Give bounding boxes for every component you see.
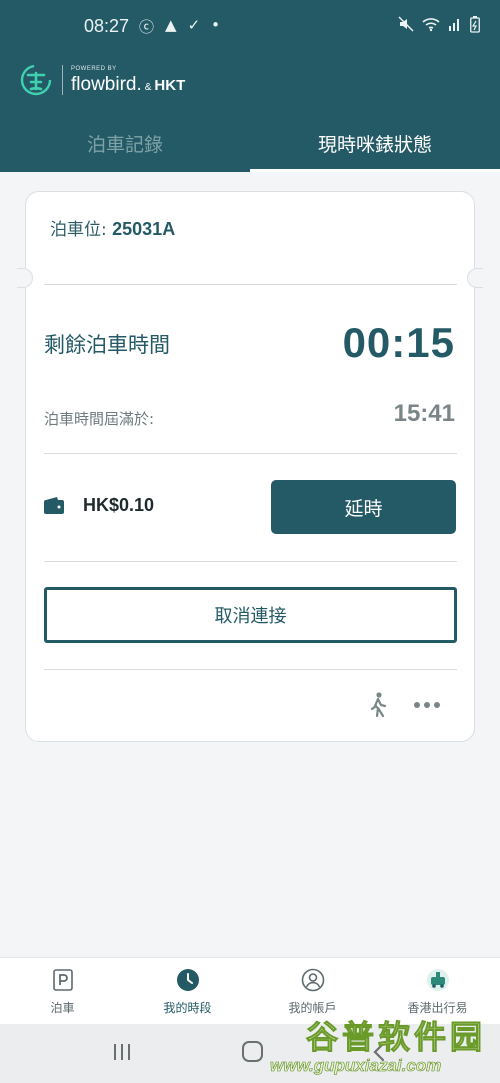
brand-divider [62,65,63,95]
balance-amount: HK$0.10 [83,495,155,515]
tab-parking-history-label: 泊車記錄 [86,133,163,156]
home-button-icon[interactable] [242,1041,263,1062]
more-dot [414,702,420,708]
parking-icon [52,969,73,991]
tab-current-meter-status[interactable]: 現時咪錶狀態 [250,114,500,172]
divider [44,561,457,562]
tab-parking-history[interactable]: 泊車記錄 [0,114,250,172]
app-notification-icon: ⓒ [139,18,155,36]
nav-item-parking[interactable]: 泊車 [0,958,125,1025]
brand-powered-by: POWERED BY [71,66,117,72]
divider [44,284,457,285]
app-header: 08:27 ⓒ ▲ ✓ • POWERED BY flowbird. & HKT 泊… [0,0,500,172]
more-dot [424,702,430,708]
brand-flowbird: flowbird. [71,74,142,95]
recent-apps-icon[interactable] [112,1043,132,1061]
more-options-icon[interactable] [414,692,440,718]
remaining-time-value: 00:15 [342,319,455,366]
nav-item-my-sessions[interactable]: 我的時段 [125,958,250,1025]
brand-logo-area: POWERED BY flowbird. & HKT [20,62,185,98]
extend-button-label: 延時 [344,497,383,520]
expire-time-value: 15:41 [393,400,455,427]
cancel-connection-button[interactable]: 取消連接 [44,587,457,643]
parking-spot: 泊車位: 25031A [50,215,175,240]
walking-person-icon[interactable] [368,692,388,718]
divider [44,453,457,454]
mute-icon [398,16,414,32]
wallet-icon [44,497,64,514]
brand-amp: & [144,82,152,93]
more-dot [434,702,440,708]
dot-icon: • [211,16,220,34]
hk-mobility-icon [426,969,449,991]
cancel-connection-label: 取消連接 [214,606,287,627]
site-watermark: 谷普软件园 www.gupuxiazai.com [262,1012,494,1080]
clock-icon [176,969,199,991]
parking-spot-value: 25031A [112,219,176,239]
active-tab-indicator [250,169,500,172]
account-icon [301,968,324,992]
warning-icon: ▲ [165,16,177,34]
parking-ticket-card: 泊車位: 25031A 剩餘泊車時間 00:15 泊車時間屆滿於: 15:41 … [17,191,483,742]
status-time: 08:27 [84,16,130,36]
check-icon: ✓ [187,16,201,34]
ticket-notch-left [17,268,33,288]
status-left-icons: ⓒ ▲ ✓ • [139,16,220,37]
nav-label-my-sessions: 我的時段 [163,1001,212,1015]
parking-spot-label: 泊車位: [50,220,107,240]
watermark-title: 谷普软件园 [305,1018,487,1057]
tab-current-meter-status-label: 現時咪錶狀態 [317,133,432,156]
divider [44,669,457,670]
brand-name: flowbird. & HKT [71,75,185,94]
top-tabs: 泊車記錄 現時咪錶狀態 [0,114,500,172]
signal-icon [449,19,459,31]
transport-department-logo-icon [20,64,52,96]
status-right-icons [398,16,480,33]
status-bar: 08:27 ⓒ ▲ ✓ • [0,0,500,58]
nav-label-parking: 泊車 [50,1001,75,1015]
expire-time-label: 泊車時間屆滿於: [44,410,155,428]
remaining-time-label: 剩餘泊車時間 [44,333,170,357]
ticket-notch-right [467,268,483,288]
wifi-icon [422,18,440,32]
extend-button[interactable]: 延時 [271,480,456,534]
brand-hkt: HKT [154,77,186,94]
watermark-url: www.gupuxiazai.com [270,1056,442,1076]
battery-icon [470,16,480,33]
brand-text: POWERED BY flowbird. & HKT [71,66,185,94]
